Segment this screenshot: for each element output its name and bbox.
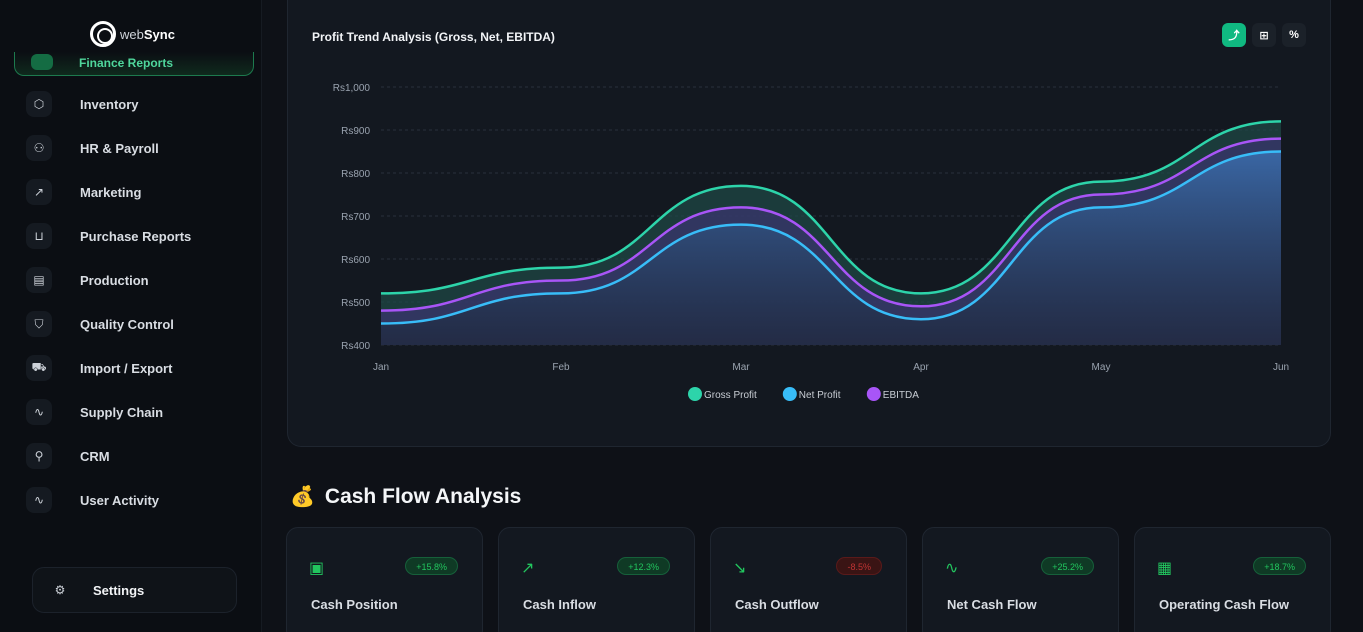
legend-label: Gross Profit — [704, 390, 757, 401]
y-tick-label: Rs1,000 — [333, 83, 371, 94]
sidebar-item-label: HR & Payroll — [80, 140, 159, 156]
kpi-card-operating-cash-flow[interactable]: ▦ +18.7% Operating Cash Flow — [1134, 527, 1331, 632]
sidebar-item-marketing[interactable]: ↗ Marketing — [26, 178, 246, 206]
y-tick-label: Rs400 — [341, 341, 370, 352]
activity-icon: ∿ — [26, 399, 52, 425]
shield-icon: ⛉ — [26, 311, 52, 337]
sidebar-item-production[interactable]: ▤ Production — [26, 266, 246, 294]
legend-swatch — [688, 387, 702, 401]
x-tick-label: Apr — [913, 362, 929, 373]
cash-flow-title: Cash Flow Analysis — [324, 484, 522, 508]
sidebar-item-hr-payroll[interactable]: ⚇ HR & Payroll — [26, 134, 246, 162]
trending-up-icon: ↗ — [26, 179, 52, 205]
sidebar: webSync Finance Reports ⬡ Inventory ⚇ HR… — [0, 0, 262, 632]
x-tick-label: Jun — [1273, 362, 1289, 373]
brand-prefix: web — [120, 26, 144, 42]
sidebar-item-import-export[interactable]: ⛟ Import / Export — [26, 354, 246, 382]
y-tick-label: Rs900 — [341, 126, 370, 137]
kpi-card-cash-inflow[interactable]: ↗ +12.3% Cash Inflow — [498, 527, 695, 632]
y-tick-label: Rs700 — [341, 212, 370, 223]
sidebar-item-purchase-reports[interactable]: ⊔ Purchase Reports — [26, 222, 246, 250]
change-badge: +12.3% — [617, 557, 670, 575]
change-badge: +25.2% — [1041, 557, 1094, 575]
gear-icon: ⚙ — [54, 583, 66, 597]
profit-trend-chart: Rs400 Rs500 Rs600 Rs700 Rs800 Rs900 Rs1,000 Jan… — [333, 83, 1289, 401]
kpi-label: Cash Inflow — [523, 597, 596, 612]
activity-icon: ∿ — [945, 560, 959, 577]
sidebar-item-label: Supply Chain — [80, 404, 164, 420]
x-tick-label: Mar — [732, 362, 750, 373]
sidebar-item-label: User Activity — [80, 492, 159, 508]
y-tick-label: Rs800 — [341, 169, 370, 180]
sidebar-item-label: Marketing — [80, 184, 142, 200]
x-tick-label: Feb — [552, 362, 570, 373]
legend-swatch — [782, 387, 797, 401]
y-tick-label: Rs500 — [341, 298, 370, 309]
settings-button[interactable]: ⚙ Settings — [32, 567, 237, 613]
settings-label: Settings — [93, 582, 145, 598]
sidebar-item-label: Import / Export — [80, 360, 173, 376]
sidebar-item-label: CRM — [80, 448, 110, 464]
change-badge: +15.8% — [405, 557, 458, 575]
sidebar-item-user-activity[interactable]: ∿ User Activity — [26, 486, 246, 514]
wallet-icon: ▣ — [309, 560, 325, 577]
sidebar-item-quality-control[interactable]: ⛉ Quality Control — [26, 310, 246, 338]
legend-label: Net Profit — [799, 390, 841, 401]
legend-label: EBITDA — [883, 390, 919, 401]
section-title: 💰 Cash Flow Analysis — [290, 484, 521, 509]
truck-icon: ⛟ — [26, 355, 52, 381]
kpi-label: Net Cash Flow — [947, 597, 1037, 612]
activity-icon: ∿ — [26, 487, 52, 513]
kpi-card-net-cash-flow[interactable]: ∿ +25.2% Net Cash Flow — [922, 527, 1119, 632]
user-check-icon: ⚲ — [26, 443, 52, 469]
sidebar-item-label: Quality Control — [80, 316, 174, 332]
sidebar-item-label: Inventory — [80, 96, 139, 112]
legend-swatch — [866, 387, 881, 401]
change-badge: -8.5% — [836, 557, 882, 575]
brand-logo[interactable]: webSync — [90, 20, 175, 48]
building-icon: ▦ — [1157, 560, 1173, 577]
y-tick-label: Rs600 — [341, 255, 370, 266]
x-tick-label: May — [1092, 362, 1111, 373]
kpi-label: Operating Cash Flow — [1159, 597, 1290, 612]
arrow-up-right-icon: ↗ — [521, 560, 535, 577]
sidebar-item-crm[interactable]: ⚲ CRM — [26, 442, 246, 470]
arrow-down-right-icon: ↘ — [733, 560, 747, 577]
logo-icon — [90, 21, 116, 47]
kpi-card-cash-position[interactable]: ▣ +15.8% Cash Position — [286, 527, 483, 632]
sidebar-item-supply-chain[interactable]: ∿ Supply Chain — [26, 398, 246, 426]
brand-name: Sync — [143, 26, 175, 42]
cart-icon: ⊔ — [26, 223, 52, 249]
kpi-label: Cash Position — [311, 597, 398, 612]
finance-icon — [31, 54, 53, 70]
money-bag-icon: 💰 — [290, 486, 315, 508]
change-badge: +18.7% — [1253, 557, 1306, 575]
users-icon: ⚇ — [26, 135, 52, 161]
sidebar-item-label: Purchase Reports — [80, 228, 192, 244]
kpi-card-cash-outflow[interactable]: ↘ -8.5% Cash Outflow — [710, 527, 907, 632]
box-icon: ⬡ — [26, 91, 52, 117]
kpi-label: Cash Outflow — [735, 597, 819, 612]
sidebar-item-label: Production — [80, 272, 149, 288]
factory-icon: ▤ — [26, 267, 52, 293]
sidebar-item-inventory[interactable]: ⬡ Inventory — [26, 90, 246, 118]
sidebar-item-active[interactable]: Finance Reports — [14, 52, 254, 76]
sidebar-item-active-label: Finance Reports — [79, 56, 174, 70]
profit-trend-card: Profit Trend Analysis (Gross, Net, EBITD… — [287, 0, 1331, 447]
x-tick-label: Jan — [373, 362, 389, 373]
